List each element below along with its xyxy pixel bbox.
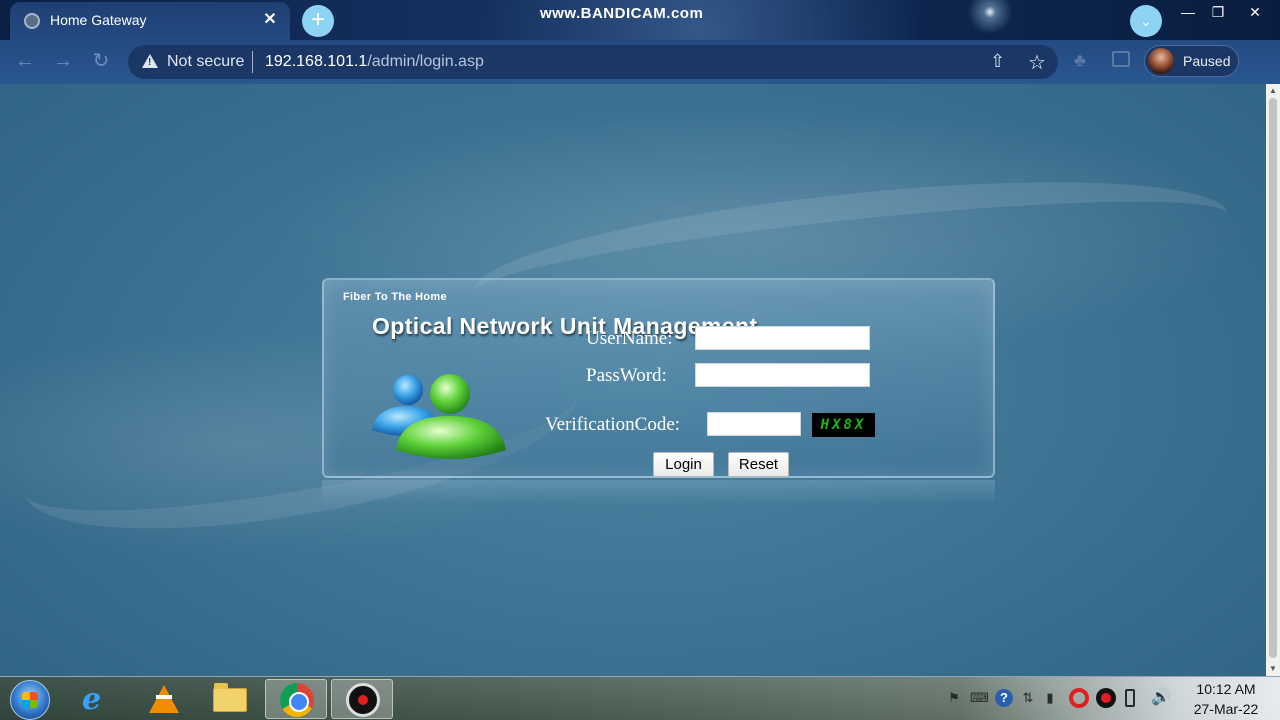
chevron-down-icon[interactable]: ⌄ [1130,5,1162,37]
close-icon[interactable]: ✕ [260,10,280,30]
avatar [1148,48,1174,74]
profile-status: Paused [1183,53,1231,69]
scroll-down-icon[interactable]: ▼ [1268,664,1278,674]
ime-icon[interactable]: ⇅ [1019,689,1037,707]
minimize-icon[interactable]: — [1173,2,1203,24]
restore-icon[interactable]: ❐ [1203,2,1233,24]
battery-icon[interactable] [1125,689,1135,707]
help-icon[interactable]: ? [995,689,1013,707]
reset-button[interactable]: Reset [728,452,789,477]
side-panel-icon[interactable] [1112,51,1130,67]
new-tab-button[interactable]: + [302,5,334,37]
arrow-right-icon[interactable]: → [51,50,75,74]
chrome-icon [280,683,314,717]
captcha-image[interactable]: HX8X [812,413,875,437]
volume-icon[interactable]: 🔊 [1151,689,1171,707]
users-icon [372,374,506,459]
scroll-thumb[interactable] [1269,98,1277,658]
share-icon[interactable]: ⇧ [990,51,1005,72]
scroll-up-icon[interactable]: ▲ [1268,86,1278,96]
globe-icon [24,13,40,29]
panel-reflection [322,480,995,504]
signal-icon[interactable]: ▮ [1041,689,1059,707]
vlc-icon [149,685,179,713]
flag-icon[interactable]: ⚑ [945,689,963,707]
windows-start-icon[interactable] [10,680,50,720]
url-text[interactable]: 192.168.101.1/admin/login.asp [265,53,484,71]
taskbar-bandicam[interactable] [331,679,393,719]
taskbar-vlc[interactable] [133,679,195,719]
url-host: 192.168.101.1 [265,53,368,70]
vertical-scrollbar[interactable]: ▲ ▼ [1266,84,1280,676]
password-field[interactable] [695,363,870,387]
username-label: UserName: [586,328,673,349]
folder-icon [213,683,247,712]
record-icon[interactable] [1096,688,1116,708]
password-label: PassWord: [586,365,667,386]
opera-icon[interactable] [1069,688,1089,708]
taskbar-internet-explorer[interactable]: e [66,679,128,719]
window-close-icon[interactable]: ✕ [1240,2,1270,24]
taskbar-chrome[interactable] [265,679,327,719]
warning-icon[interactable] [142,54,158,68]
bandicam-watermark: www.BANDICAM.com [540,5,704,22]
arrow-left-icon[interactable]: ← [13,50,37,74]
browser-toolbar: ← → ↻ Not secure 192.168.101.1/admin/log… [0,40,1280,84]
page-subtitle: Fiber To The Home [343,291,447,303]
profile-button[interactable]: Paused [1144,45,1239,77]
address-bar[interactable]: Not secure 192.168.101.1/admin/login.asp… [128,45,1058,79]
browser-titlebar: Home Gateway ✕ + www.BANDICAM.com ⌄ — ❐ … [0,0,1280,40]
clock-time[interactable]: 10:12 AM [1184,681,1268,697]
url-path: /admin/login.asp [367,53,484,70]
login-button[interactable]: Login [653,452,714,477]
username-field[interactable] [695,326,870,350]
reload-icon[interactable]: ↻ [89,50,113,74]
puzzle-icon[interactable]: ♣ [1074,50,1086,71]
taskbar-file-explorer[interactable] [199,679,261,719]
internet-explorer-icon: e [82,682,102,717]
verification-code-label: VerificationCode: [545,414,681,435]
clock-date[interactable]: 27-Mar-22 [1184,701,1268,717]
bandicam-icon [346,683,380,717]
keyboard-icon[interactable]: ⌨ [970,689,989,707]
security-label[interactable]: Not secure [167,53,244,71]
verification-code-field[interactable] [707,412,801,436]
tab-home-gateway[interactable]: Home Gateway ✕ [10,2,290,40]
tab-title: Home Gateway [50,12,147,28]
star-icon[interactable]: ☆ [1028,50,1046,75]
url-separator [252,51,253,73]
